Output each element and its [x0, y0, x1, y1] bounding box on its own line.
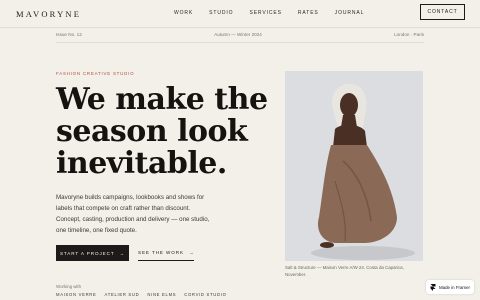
brand-logo[interactable]: MAVORYNE — [16, 9, 81, 19]
model-illustration — [285, 71, 423, 261]
working-with-label: Working with — [56, 284, 82, 289]
headline-line: season look — [56, 114, 248, 149]
client-name: ATELIER SUD — [104, 292, 140, 297]
season-label: Autumn — Winter 2024 — [214, 32, 262, 37]
client-list: MAISON VERRE ATELIER SUD NINE ELMS CORVI… — [56, 292, 227, 297]
contact-button[interactable]: CONTACT — [420, 4, 465, 20]
start-project-label: START A PROJECT — [59, 250, 115, 256]
hero-eyebrow: FASHION CREATIVE STUDIO — [56, 71, 135, 76]
client-name: NINE ELMS — [147, 292, 177, 297]
nav-link-work[interactable]: WORK — [174, 10, 193, 16]
start-project-button[interactable]: START A PROJECT → — [56, 245, 129, 261]
main-menu: WORK STUDIO SERVICES RATES JOURNAL — [174, 10, 380, 16]
meta-bar: Issue No. 12 Autumn — Winter 2024 London… — [56, 32, 424, 37]
nav-link-services[interactable]: SERVICES — [249, 10, 281, 16]
issue-number: Issue No. 12 — [56, 32, 82, 37]
made-in-framer-badge[interactable]: Made in Framer — [426, 280, 474, 294]
photo-caption: Salt & Structure — Maison Verre A/W 24. … — [285, 265, 404, 277]
nav-link-studio[interactable]: STUDIO — [209, 10, 233, 16]
see-work-link[interactable]: SEE THE WORK → — [138, 245, 195, 261]
headline-line: inevitable. — [56, 146, 227, 181]
framer-logo-icon — [430, 283, 436, 291]
see-work-label: SEE THE WORK — [138, 250, 184, 255]
headline-line: We make the — [56, 82, 268, 117]
divider — [56, 42, 424, 43]
framer-badge-label: Made in Framer — [439, 284, 470, 290]
hero-description: Mavoryne builds campaigns, lookbooks and… — [56, 194, 210, 234]
arrow-right-icon: → — [188, 250, 195, 255]
nav-link-journal[interactable]: JOURNAL — [335, 10, 365, 16]
cities-label: London · Paris — [394, 32, 424, 37]
nav-link-rates[interactable]: RATES — [298, 10, 319, 16]
client-name: MAISON VERRE — [56, 292, 97, 297]
arrow-right-icon: → — [119, 250, 126, 256]
client-name: CORVID STUDIO — [184, 292, 227, 297]
top-nav: MAVORYNE WORK STUDIO SERVICES RATES JOUR… — [0, 0, 480, 28]
hero-photo — [285, 71, 423, 261]
hero-headline: We make the season look inevitable. — [56, 84, 276, 180]
